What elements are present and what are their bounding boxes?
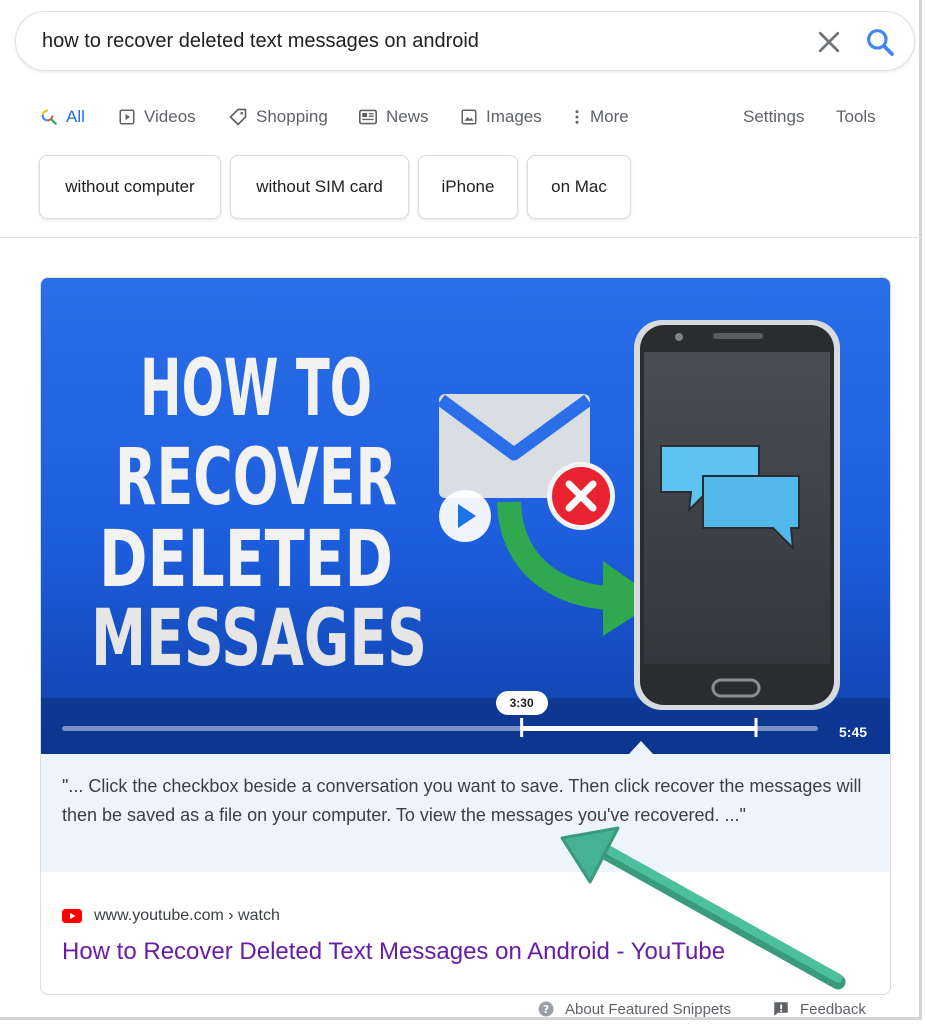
newspaper-icon	[359, 109, 377, 125]
tab-label: Videos	[144, 107, 196, 126]
chip-without-sim-card[interactable]: without SIM card	[230, 155, 409, 219]
about-label: About Featured Snippets	[565, 1000, 731, 1018]
tab-shopping[interactable]: Shopping	[228, 100, 328, 134]
snippet-text-box: "... Click the checkbox beside a convers…	[41, 754, 890, 872]
more-vert-icon	[575, 110, 579, 124]
feedback-icon	[774, 1002, 788, 1016]
tab-label: News	[386, 107, 429, 126]
thumbnail-title-line: DELETED	[99, 515, 393, 605]
clip-end-marker[interactable]	[754, 718, 758, 737]
video-thumbnail[interactable]: HOW TO RECOVER DELETED MESSAGES	[41, 278, 891, 754]
chip-without-computer[interactable]: without computer	[39, 155, 221, 219]
clear-icon[interactable]	[814, 27, 844, 57]
youtube-icon	[62, 909, 82, 923]
tab-images[interactable]: Images	[460, 100, 542, 134]
featured-snippet-card: HOW TO RECOVER DELETED MESSAGES 3:30 5:4…	[40, 277, 891, 995]
clip-start-marker[interactable]	[520, 718, 524, 737]
snippet-text: "... Click the checkbox beside a convers…	[62, 776, 862, 825]
chip-on-mac[interactable]: on Mac	[527, 155, 631, 219]
phone-icon	[634, 320, 840, 710]
tag-icon	[229, 108, 247, 126]
settings-link[interactable]: Settings	[743, 100, 804, 134]
image-icon	[461, 109, 477, 125]
search-results-page: how to recover deleted text messages on …	[0, 0, 922, 1020]
search-icon	[41, 109, 57, 125]
thumbnail-title-line: RECOVER	[115, 433, 397, 523]
video-duration: 5:45	[839, 724, 868, 740]
source-url[interactable]: www.youtube.com › watch	[94, 907, 280, 925]
feedback-label: Feedback	[800, 1000, 866, 1018]
clip-segment	[521, 726, 757, 731]
thumbnail-title-line: HOW TO	[140, 344, 372, 434]
svg-text:?: ?	[543, 1004, 549, 1016]
tab-label: All	[66, 107, 85, 126]
result-title-link[interactable]: How to Recover Deleted Text Messages on …	[62, 938, 725, 966]
tab-more[interactable]: More	[572, 100, 629, 134]
search-input[interactable]: how to recover deleted text messages on …	[42, 30, 479, 53]
tab-all[interactable]: All	[40, 100, 85, 134]
tab-label: Images	[486, 107, 542, 126]
about-featured-snippets-link[interactable]: ? About Featured Snippets	[537, 1000, 731, 1018]
play-button[interactable]	[439, 490, 491, 542]
chip-iphone[interactable]: iPhone	[418, 155, 518, 219]
delete-icon	[547, 462, 615, 530]
thumbnail-title-line: MESSAGES	[91, 594, 427, 684]
tab-label: Shopping	[256, 107, 328, 126]
tab-label: More	[590, 107, 629, 126]
divider	[0, 237, 922, 238]
search-box[interactable]: how to recover deleted text messages on …	[15, 11, 915, 71]
search-tabs: All Videos Shopping News Images More Set…	[0, 100, 922, 134]
tab-news[interactable]: News	[358, 100, 429, 134]
play-box-icon	[119, 109, 135, 125]
tab-videos[interactable]: Videos	[118, 100, 196, 134]
feedback-link[interactable]: Feedback	[772, 1000, 866, 1018]
current-time-bubble: 3:30	[495, 691, 548, 715]
help-icon: ?	[538, 1001, 554, 1017]
search-icon[interactable]	[864, 26, 896, 58]
result-source: www.youtube.com › watch	[62, 907, 280, 925]
tools-link[interactable]: Tools	[836, 100, 876, 134]
